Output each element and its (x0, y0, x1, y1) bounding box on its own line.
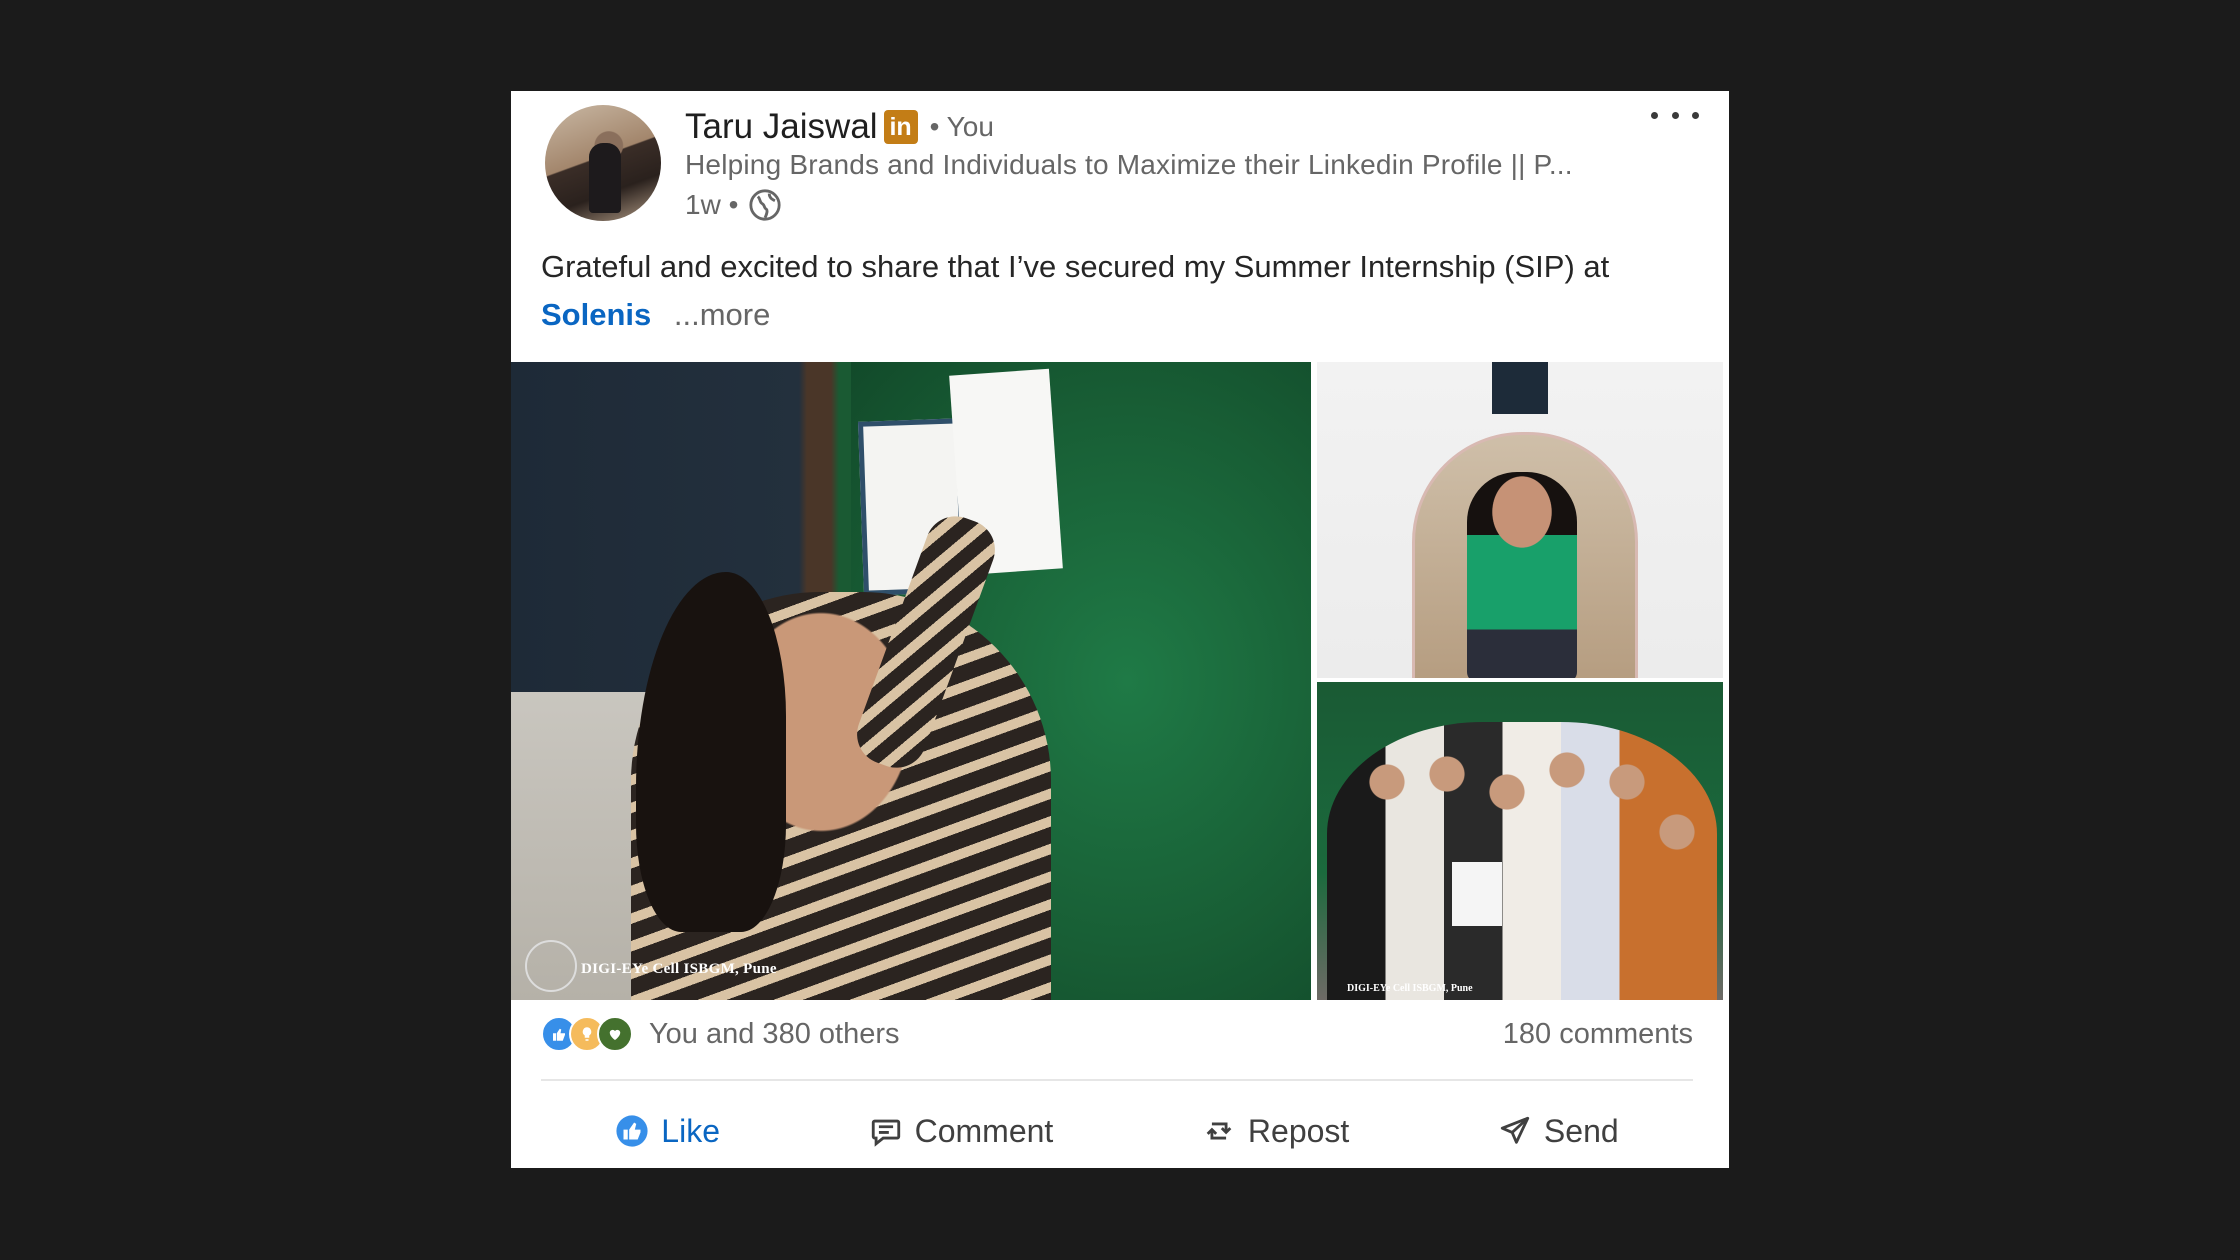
send-icon (1500, 1116, 1530, 1144)
image-watermark: DIGI-EYe Cell ISBGM, Pune (581, 961, 777, 977)
post-image-main[interactable]: DIGI-EYe Cell ISBGM, Pune (511, 362, 1311, 1000)
author-name-row: Taru Jaiswal in • You (685, 105, 994, 149)
post-actions: Like Comment Repost Send (541, 1093, 1693, 1168)
comment-button[interactable]: Comment (857, 1107, 1066, 1156)
more-dot-icon (1651, 111, 1658, 119)
actions-divider (541, 1079, 1693, 1081)
author-name[interactable]: Taru Jaiswal (685, 107, 878, 147)
post-card: Taru Jaiswal in • You Helping Brands and… (511, 91, 1729, 1168)
comment-label: Comment (914, 1112, 1054, 1149)
post-image-top-right[interactable] (1317, 362, 1723, 678)
company-mention-link[interactable]: Solenis (541, 297, 651, 332)
post-meta: 1w • (685, 187, 782, 223)
held-certificate (1452, 862, 1502, 926)
like-button[interactable]: Like (603, 1107, 732, 1156)
send-label: Send (1543, 1112, 1619, 1149)
like-label: Like (661, 1112, 720, 1149)
post-image-bottom-right[interactable]: DIGI-EYe Cell ISBGM, Pune (1317, 682, 1723, 1000)
image-watermark-small: DIGI-EYe Cell ISBGM, Pune (1347, 983, 1473, 994)
group-photo (1327, 722, 1717, 1000)
see-more-button[interactable]: ...more (674, 297, 770, 332)
company-logo-icon (1492, 362, 1548, 414)
support-icon (597, 1016, 633, 1052)
author-headline: Helping Brands and Individuals to Maximi… (685, 149, 1573, 180)
repost-icon (1206, 1122, 1232, 1140)
more-dot-icon (1692, 111, 1699, 119)
like-icon (616, 1115, 648, 1147)
social-counts: You and 380 others 180 comments (541, 1013, 1693, 1055)
eye-logo-icon (525, 940, 577, 992)
globe-icon (749, 189, 781, 221)
reaction-icons (541, 1016, 633, 1052)
post-time: 1w • (685, 189, 739, 220)
post-options-button[interactable] (1651, 103, 1699, 127)
comments-count[interactable]: 180 comments (1503, 1018, 1693, 1051)
author-avatar[interactable] (545, 105, 661, 221)
reactions-summary[interactable]: You and 380 others (541, 1016, 899, 1052)
author-relation: • You (929, 111, 994, 142)
repost-label: Repost (1247, 1112, 1350, 1149)
post-text: Grateful and excited to share that I’ve … (541, 243, 1691, 339)
comment-icon (871, 1119, 900, 1147)
linkedin-badge-icon: in (883, 110, 918, 144)
post-text-body: Grateful and excited to share that I’ve … (541, 249, 1610, 284)
send-button[interactable]: Send (1486, 1107, 1631, 1156)
repost-button[interactable]: Repost (1190, 1107, 1361, 1156)
more-dot-icon (1671, 111, 1679, 119)
person-hair (636, 572, 786, 932)
portrait-figure (1467, 472, 1577, 678)
reactions-count[interactable]: You and 380 others (649, 1018, 899, 1051)
